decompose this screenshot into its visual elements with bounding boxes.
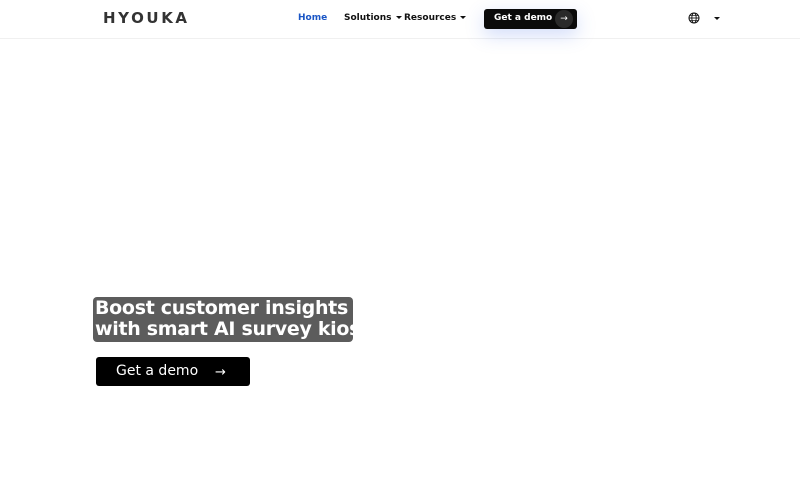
arrow-right-icon: → — [555, 10, 573, 28]
nav-home[interactable]: Home — [298, 13, 327, 23]
nav-resources-label: Resources — [404, 13, 457, 23]
hero-title: Boost customer insights with smart AI su… — [93, 297, 373, 342]
header-demo-label: Get a demo — [494, 13, 553, 23]
nav-solutions-label: Solutions — [344, 13, 392, 23]
site-header: HYOUKA Home Solutions Resources Get a de… — [0, 0, 800, 39]
chevron-down-icon — [460, 16, 467, 19]
globe-icon[interactable] — [688, 12, 700, 24]
nav-home-label: Home — [298, 13, 328, 23]
logo[interactable]: HYOUKA — [103, 9, 190, 27]
chevron-down-icon — [395, 16, 402, 19]
nav-resources[interactable]: Resources — [404, 13, 467, 23]
hero-demo-label: Get a demo — [116, 363, 199, 379]
language-chevron-down-icon[interactable] — [714, 17, 720, 20]
hero-demo-button[interactable]: Get a demo → — [96, 357, 250, 386]
hero-title-line-1: Boost customer insights — [95, 297, 348, 319]
nav-solutions[interactable]: Solutions — [344, 13, 402, 23]
header-demo-button[interactable]: Get a demo → — [484, 9, 577, 29]
hero-title-line-2: with smart AI survey kiosk — [95, 318, 373, 340]
arrow-right-icon: → — [215, 365, 226, 380]
